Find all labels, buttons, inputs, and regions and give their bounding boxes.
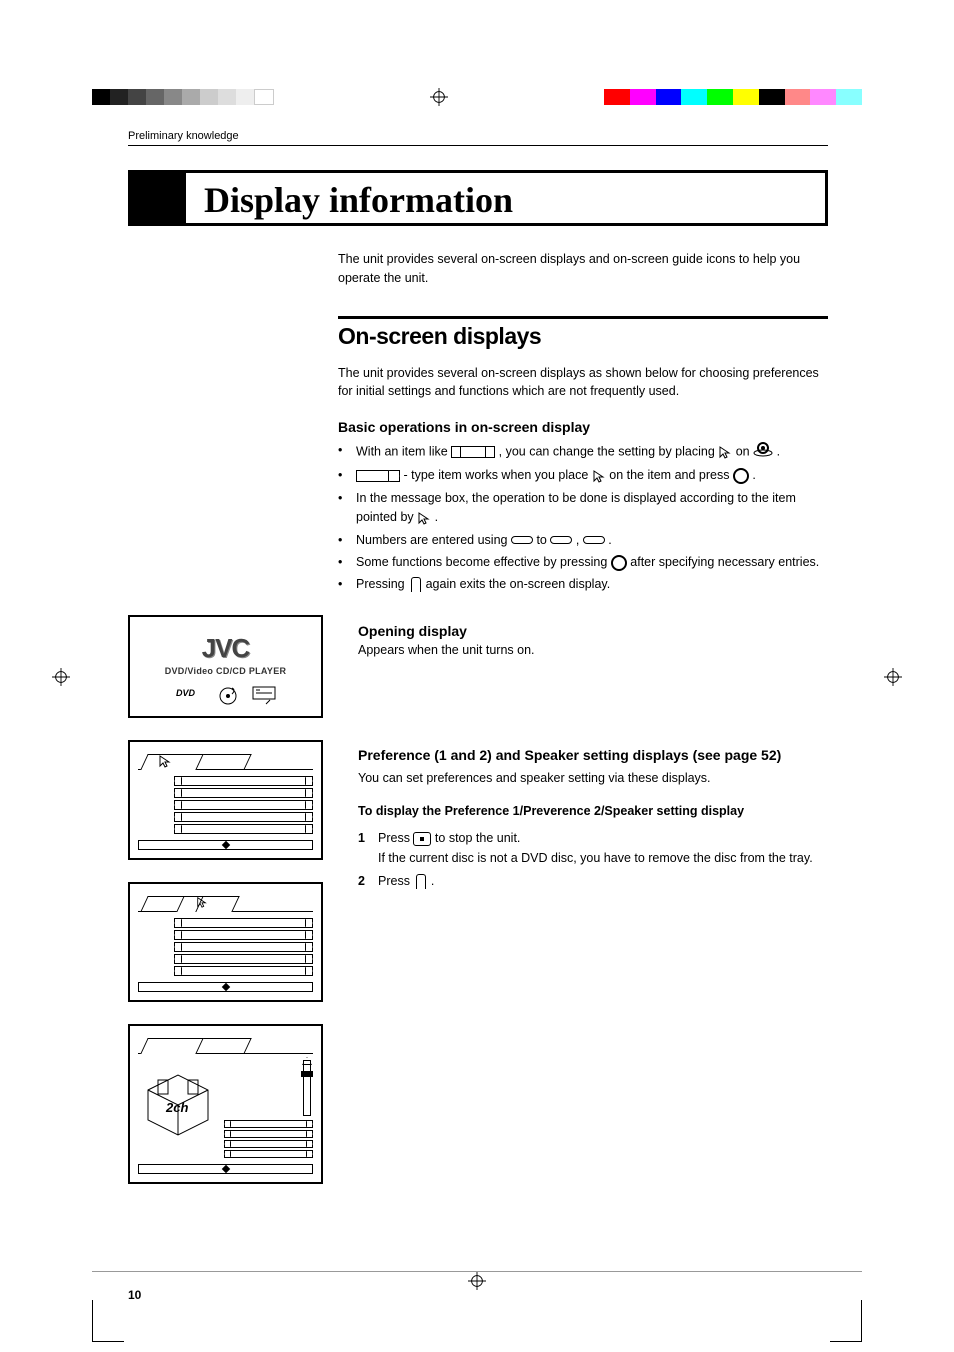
pref-message-box <box>138 1164 313 1174</box>
pref-rows <box>174 776 313 834</box>
step-number: 1 <box>358 829 378 868</box>
spk-row <box>224 1130 313 1138</box>
opening-display-text: Appears when the unit turns on. <box>358 643 828 657</box>
pref-row <box>174 824 313 834</box>
pref-tabs <box>138 1036 313 1054</box>
jvc-subtitle: DVD/Video CD/CD PLAYER <box>138 666 313 676</box>
cursor-icon <box>417 511 431 525</box>
print-registration-bottom <box>0 1272 954 1290</box>
pref-message-box <box>138 840 313 850</box>
subsection-heading: Basic operations in on-screen display <box>338 419 828 435</box>
registration-mark-icon <box>430 88 448 106</box>
pref-row <box>174 812 313 822</box>
joystick-icon <box>753 441 773 463</box>
number-button-icon <box>583 536 605 544</box>
opening-display-mock: JVC DVD/Video CD/CD PLAYER DVD <box>128 615 323 718</box>
speaker-controls <box>224 1060 313 1158</box>
page-title: Display information <box>186 173 531 223</box>
opening-display-heading: Opening display <box>358 623 828 639</box>
dvd-icon: DVD <box>176 686 204 700</box>
section-heading: On-screen displays <box>338 323 828 350</box>
speaker-diagram: 2ch <box>138 1060 218 1140</box>
pref-row <box>174 954 313 964</box>
list-item: • Some functions become effective by pre… <box>338 553 828 572</box>
preference-text: You can set preferences and speaker sett… <box>358 769 828 788</box>
cursor-icon <box>718 445 732 459</box>
section-heading-row: On-screen displays <box>338 316 828 350</box>
list-item: • With an item like , you can change the… <box>338 441 828 463</box>
registration-mark-icon <box>468 1272 486 1290</box>
crop-mark <box>830 1300 862 1342</box>
compact-disc-icon <box>252 686 276 706</box>
pref-tabs <box>138 894 313 912</box>
action-item-icon <box>356 470 400 482</box>
pref-rows <box>174 918 313 976</box>
step-number: 2 <box>358 872 378 891</box>
pref-tabs <box>138 752 313 770</box>
pref-message-box <box>138 982 313 992</box>
level-slider <box>303 1060 311 1116</box>
spk-row <box>224 1150 313 1158</box>
cursor-icon <box>196 896 208 908</box>
print-registration-top <box>0 88 954 106</box>
step-row: 1 Press to stop the unit. If the current… <box>358 829 828 868</box>
pref-row <box>174 788 313 798</box>
disc-icon <box>218 686 238 706</box>
list-item: • In the message box, the operation to b… <box>338 489 828 528</box>
osd-button-icon <box>408 577 422 593</box>
pref-row <box>174 918 313 928</box>
preference2-display-mock <box>128 882 323 1002</box>
page-title-row: Display information <box>128 170 828 226</box>
title-block <box>128 173 186 223</box>
pref-row <box>174 930 313 940</box>
pref-row <box>174 776 313 786</box>
svg-text:DVD: DVD <box>176 688 196 698</box>
speaker-mode-label: 2ch <box>165 1100 188 1115</box>
cursor-icon <box>158 754 172 768</box>
preference1-display-mock <box>128 740 323 860</box>
list-item: • Numbers are entered using to , . <box>338 531 828 550</box>
registration-mark-icon <box>884 668 902 686</box>
registration-mark-icon <box>52 668 70 686</box>
section-text: The unit provides several on-screen disp… <box>338 364 828 402</box>
crop-mark <box>92 1300 124 1342</box>
number-button-icon <box>550 536 572 544</box>
pref-row <box>174 966 313 976</box>
color-bar <box>604 89 862 105</box>
jvc-icons-row: DVD <box>138 686 313 706</box>
basic-operations-list: • With an item like , you can change the… <box>338 441 828 595</box>
number-button-icon <box>511 536 533 544</box>
spk-row <box>224 1140 313 1148</box>
intro-text: The unit provides several on-screen disp… <box>338 250 828 288</box>
cursor-icon <box>592 469 606 483</box>
preference-subheading: To display the Preference 1/Preverence 2… <box>358 802 828 821</box>
osd-button-icon <box>413 874 427 890</box>
jvc-logo: JVC <box>138 633 313 664</box>
list-item: • - type item works when you place on th… <box>338 466 828 485</box>
list-item: • Pressing again exits the on-screen dis… <box>338 575 828 594</box>
section-label: Preliminary knowledge <box>128 130 828 146</box>
grayscale-bar <box>92 89 274 105</box>
enter-button-icon <box>733 468 749 484</box>
stop-button-icon <box>413 832 431 846</box>
preference-heading: Preference (1 and 2) and Speaker setting… <box>358 747 828 763</box>
selector-item-icon <box>451 446 495 458</box>
pref-row <box>174 942 313 952</box>
step-row: 2 Press . <box>358 872 828 891</box>
page-number: 10 <box>128 1288 141 1302</box>
enter-button-icon <box>611 555 627 571</box>
spk-row <box>224 1120 313 1128</box>
pref-row <box>174 800 313 810</box>
speaker-display-mock: 2ch <box>128 1024 323 1184</box>
